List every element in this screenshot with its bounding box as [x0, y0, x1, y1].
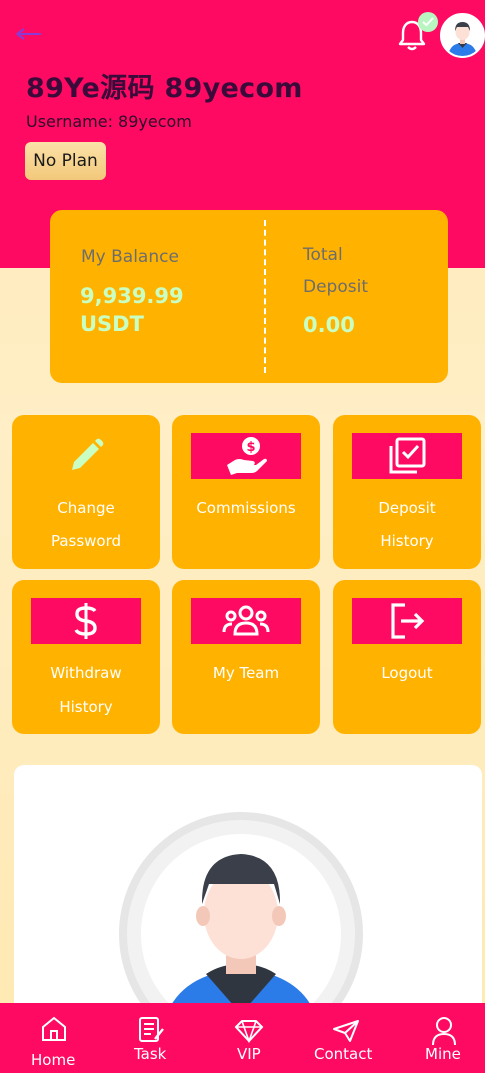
page-title: 89Ye源码 89yecom [26, 73, 303, 104]
deposit-history-label-line2: History [380, 532, 434, 550]
deposit-history-icon-area [352, 433, 462, 479]
nav-contact[interactable]: Contact [310, 1003, 382, 1073]
home-icon [42, 1016, 66, 1041]
logout-button[interactable]: Logout [333, 580, 481, 734]
team-icon [222, 605, 270, 636]
nav-mine[interactable]: Mine [415, 1003, 475, 1073]
dollar-icon [74, 603, 97, 639]
my-balance-amount: 9,939.99 [80, 284, 184, 308]
nav-mine-label: Mine [425, 1045, 461, 1063]
commissions-icon-area: $ [191, 433, 301, 479]
svg-text:$: $ [246, 440, 255, 455]
balance-divider [264, 220, 266, 373]
my-team-icon-area [191, 598, 301, 644]
username-text: Username: 89yecom [26, 112, 192, 131]
balance-card: My Balance 9,939.99 USDT Total Deposit 0… [50, 210, 448, 383]
back-arrow-icon[interactable] [14, 26, 44, 42]
logout-label: Logout [381, 664, 433, 682]
diamond-icon [234, 1020, 264, 1043]
avatar[interactable] [440, 13, 485, 58]
my-balance-currency: USDT [80, 312, 144, 336]
nav-task-label: Task [134, 1045, 167, 1063]
withdraw-history-icon-area [31, 598, 141, 644]
profile-avatar-card [14, 765, 482, 1056]
nav-vip-label: VIP [237, 1045, 261, 1063]
hand-coin-icon: $ [227, 437, 267, 475]
person-icon [432, 1017, 456, 1046]
total-deposit-label-line2: Deposit [303, 277, 368, 297]
online-badge [418, 12, 438, 32]
task-icon [139, 1017, 164, 1042]
logout-icon-area [352, 598, 462, 644]
total-deposit-label-line1: Total [303, 245, 343, 265]
checklist-icon [389, 437, 426, 474]
nav-vip[interactable]: VIP [220, 1003, 276, 1073]
nav-home-label: Home [31, 1051, 76, 1069]
logout-icon [391, 603, 425, 639]
pencil-icon [72, 438, 104, 470]
deposit-history-label-line1: Deposit [378, 499, 436, 517]
change-password-icon-area [31, 433, 141, 479]
check-icon [422, 17, 434, 27]
change-password-button[interactable]: Change Password [12, 415, 160, 569]
withdraw-history-label-line1: Withdraw [50, 664, 122, 682]
nav-contact-label: Contact [314, 1045, 373, 1063]
nav-home[interactable]: Home [20, 1003, 90, 1073]
withdraw-history-button[interactable]: Withdraw History [12, 580, 160, 734]
change-password-label-line1: Change [57, 499, 115, 517]
bottom-nav: Home Task VIP Contact Mine [0, 1003, 485, 1073]
my-team-button[interactable]: My Team [172, 580, 320, 734]
my-balance-label: My Balance [81, 247, 179, 267]
nav-task[interactable]: Task [120, 1003, 184, 1073]
change-password-label-line2: Password [50, 532, 122, 550]
plan-badge[interactable]: No Plan [25, 142, 106, 180]
withdraw-history-label-line2: History [59, 698, 113, 716]
my-team-label: My Team [212, 664, 280, 682]
commissions-button[interactable]: $ Commissions [172, 415, 320, 569]
deposit-history-button[interactable]: Deposit History [333, 415, 481, 569]
total-deposit-value: 0.00 [303, 313, 355, 337]
avatar-image [442, 15, 483, 56]
commissions-label: Commissions [196, 499, 296, 517]
paper-plane-icon [333, 1020, 359, 1042]
